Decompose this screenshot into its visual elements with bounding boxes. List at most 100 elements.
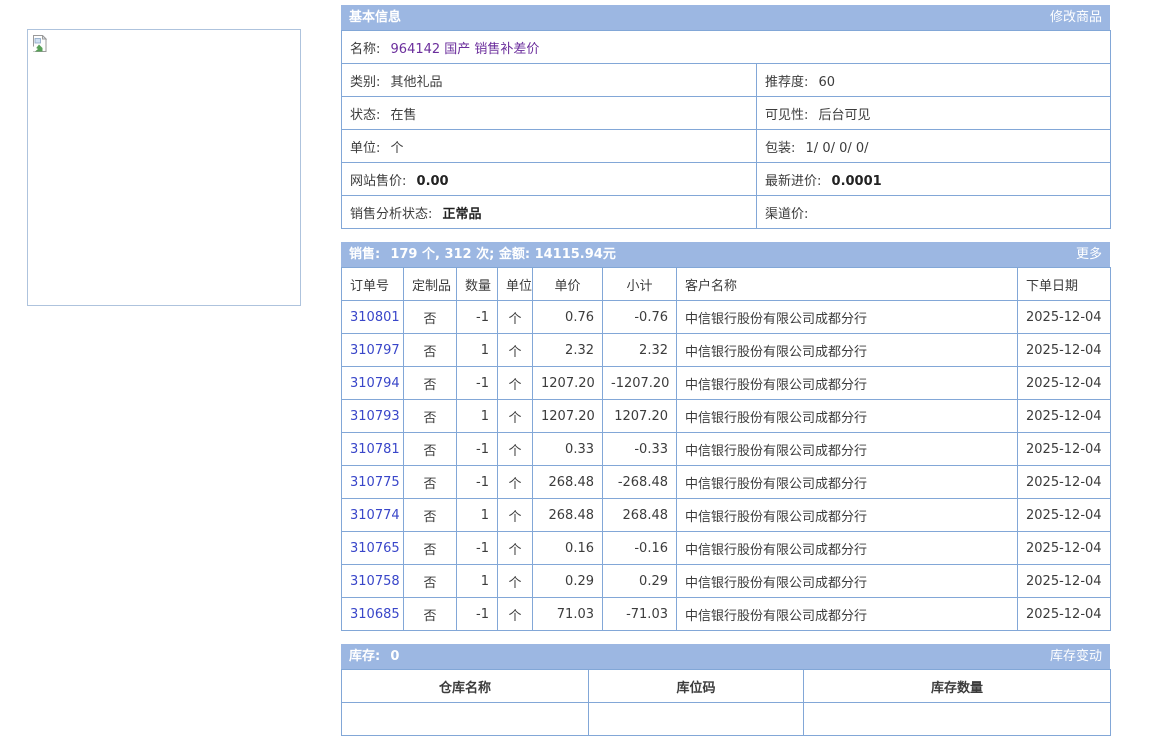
site-price-value: 0.00	[417, 174, 449, 189]
table-row: 310797 否 1 个 2.32 2.32 中信银行股份有限公司成都分行 20…	[342, 334, 1111, 367]
inventory-change-link[interactable]: 库存变动	[1050, 644, 1102, 669]
sales-header-row: 订单号 定制品 数量 单位 单价 小计 客户名称 下单日期	[342, 268, 1111, 301]
table-row: 网站售价: 0.00 最新进价: 0.0001	[342, 163, 1111, 196]
price-cell: 268.48	[533, 499, 603, 532]
price-cell: 1207.20	[533, 400, 603, 433]
subtotal-cell: 268.48	[603, 499, 677, 532]
order-link[interactable]: 310765	[350, 541, 400, 556]
analysis-status-label: 销售分析状态:	[350, 207, 432, 222]
product-name-link[interactable]: 964142 国产 销售补差价	[391, 42, 540, 57]
table-row: 310758 否 1 个 0.29 0.29 中信银行股份有限公司成都分行 20…	[342, 565, 1111, 598]
unit-cell: 个	[498, 367, 533, 400]
table-row: 310801 否 -1 个 0.76 -0.76 中信银行股份有限公司成都分行 …	[342, 301, 1111, 334]
unit-cell: 个	[498, 466, 533, 499]
order-link[interactable]: 310801	[350, 310, 400, 325]
order-no-cell: 310793	[342, 400, 404, 433]
custom-cell: 否	[404, 334, 457, 367]
sales-header: 销售: 179 个, 312 次; 金额: 14115.94元 更多	[341, 242, 1110, 267]
customer-cell: 中信银行股份有限公司成都分行	[677, 334, 1018, 367]
status-value: 在售	[391, 108, 417, 123]
edit-product-link[interactable]: 修改商品	[1050, 5, 1102, 30]
subtotal-cell: -268.48	[603, 466, 677, 499]
basic-info-title: 基本信息	[349, 5, 401, 30]
unit-label: 单位:	[350, 141, 380, 156]
order-link[interactable]: 310775	[350, 475, 400, 490]
customer-cell: 中信银行股份有限公司成都分行	[677, 301, 1018, 334]
order-link[interactable]: 310797	[350, 343, 400, 358]
subtotal-cell: 1207.20	[603, 400, 677, 433]
category-cell: 类别: 其他礼品	[342, 64, 757, 97]
customer-cell: 中信银行股份有限公司成都分行	[677, 598, 1018, 631]
order-no-cell: 310685	[342, 598, 404, 631]
channel-price-cell: 渠道价:	[757, 196, 1111, 229]
subtotal-cell: -71.03	[603, 598, 677, 631]
unit-cell: 个	[498, 565, 533, 598]
custom-cell: 否	[404, 466, 457, 499]
order-link[interactable]: 310794	[350, 376, 400, 391]
order-link[interactable]: 310685	[350, 607, 400, 622]
order-link[interactable]: 310774	[350, 508, 400, 523]
stock-qty-cell	[804, 703, 1111, 736]
channel-price-label: 渠道价:	[765, 207, 808, 222]
custom-cell: 否	[404, 400, 457, 433]
sales-summary: 销售: 179 个, 312 次; 金额: 14115.94元	[349, 242, 616, 267]
date-cell: 2025-12-04	[1018, 565, 1111, 598]
qty-cell: 1	[457, 334, 498, 367]
sales-panel: 销售: 179 个, 312 次; 金额: 14115.94元 更多 订单号 定…	[341, 242, 1110, 631]
custom-cell: 否	[404, 433, 457, 466]
date-cell: 2025-12-04	[1018, 466, 1111, 499]
date-cell: 2025-12-04	[1018, 367, 1111, 400]
location-code-cell	[589, 703, 804, 736]
table-row: 310774 否 1 个 268.48 268.48 中信银行股份有限公司成都分…	[342, 499, 1111, 532]
qty-cell: -1	[457, 433, 498, 466]
date-cell: 2025-12-04	[1018, 433, 1111, 466]
basic-info-table: 名称: 964142 国产 销售补差价 类别: 其他礼品 推荐度: 60 状态:…	[341, 30, 1111, 229]
site-price-cell: 网站售价: 0.00	[342, 163, 757, 196]
custom-cell: 否	[404, 532, 457, 565]
customer-cell: 中信银行股份有限公司成都分行	[677, 400, 1018, 433]
package-value: 1/ 0/ 0/ 0/	[806, 141, 869, 156]
sales-summary-value: 179 个, 312 次; 金额: 14115.94元	[390, 247, 616, 262]
col-stock-qty: 库存数量	[804, 670, 1111, 703]
date-cell: 2025-12-04	[1018, 499, 1111, 532]
price-cell: 268.48	[533, 466, 603, 499]
inventory-title: 库存:	[349, 649, 380, 664]
order-no-cell: 310774	[342, 499, 404, 532]
qty-cell: 1	[457, 499, 498, 532]
date-cell: 2025-12-04	[1018, 334, 1111, 367]
order-link[interactable]: 310758	[350, 574, 400, 589]
table-row: 310685 否 -1 个 71.03 -71.03 中信银行股份有限公司成都分…	[342, 598, 1111, 631]
col-unit: 单位	[498, 268, 533, 301]
customer-cell: 中信银行股份有限公司成都分行	[677, 466, 1018, 499]
qty-cell: -1	[457, 466, 498, 499]
status-cell: 状态: 在售	[342, 97, 757, 130]
order-no-cell: 310794	[342, 367, 404, 400]
price-cell: 0.33	[533, 433, 603, 466]
col-order-no: 订单号	[342, 268, 404, 301]
broken-image-icon	[28, 41, 47, 56]
analysis-status-value: 正常品	[443, 207, 482, 222]
customer-cell: 中信银行股份有限公司成都分行	[677, 532, 1018, 565]
date-cell: 2025-12-04	[1018, 400, 1111, 433]
sales-title: 销售:	[349, 247, 380, 262]
unit-cell: 个	[498, 400, 533, 433]
analysis-status-cell: 销售分析状态: 正常品	[342, 196, 757, 229]
col-warehouse-name: 仓库名称	[342, 670, 589, 703]
order-link[interactable]: 310793	[350, 409, 400, 424]
order-no-cell: 310775	[342, 466, 404, 499]
inventory-header-row: 仓库名称 库位码 库存数量	[342, 670, 1111, 703]
col-qty: 数量	[457, 268, 498, 301]
order-link[interactable]: 310781	[350, 442, 400, 457]
purchase-price-value: 0.0001	[832, 174, 882, 189]
sales-more-link[interactable]: 更多	[1076, 242, 1102, 267]
order-no-cell: 310797	[342, 334, 404, 367]
table-row	[342, 703, 1111, 736]
unit-cell: 个	[498, 499, 533, 532]
unit-cell: 个	[498, 301, 533, 334]
order-no-cell: 310758	[342, 565, 404, 598]
date-cell: 2025-12-04	[1018, 301, 1111, 334]
subtotal-cell: 0.29	[603, 565, 677, 598]
subtotal-cell: -1207.20	[603, 367, 677, 400]
customer-cell: 中信银行股份有限公司成都分行	[677, 367, 1018, 400]
customer-cell: 中信银行股份有限公司成都分行	[677, 565, 1018, 598]
